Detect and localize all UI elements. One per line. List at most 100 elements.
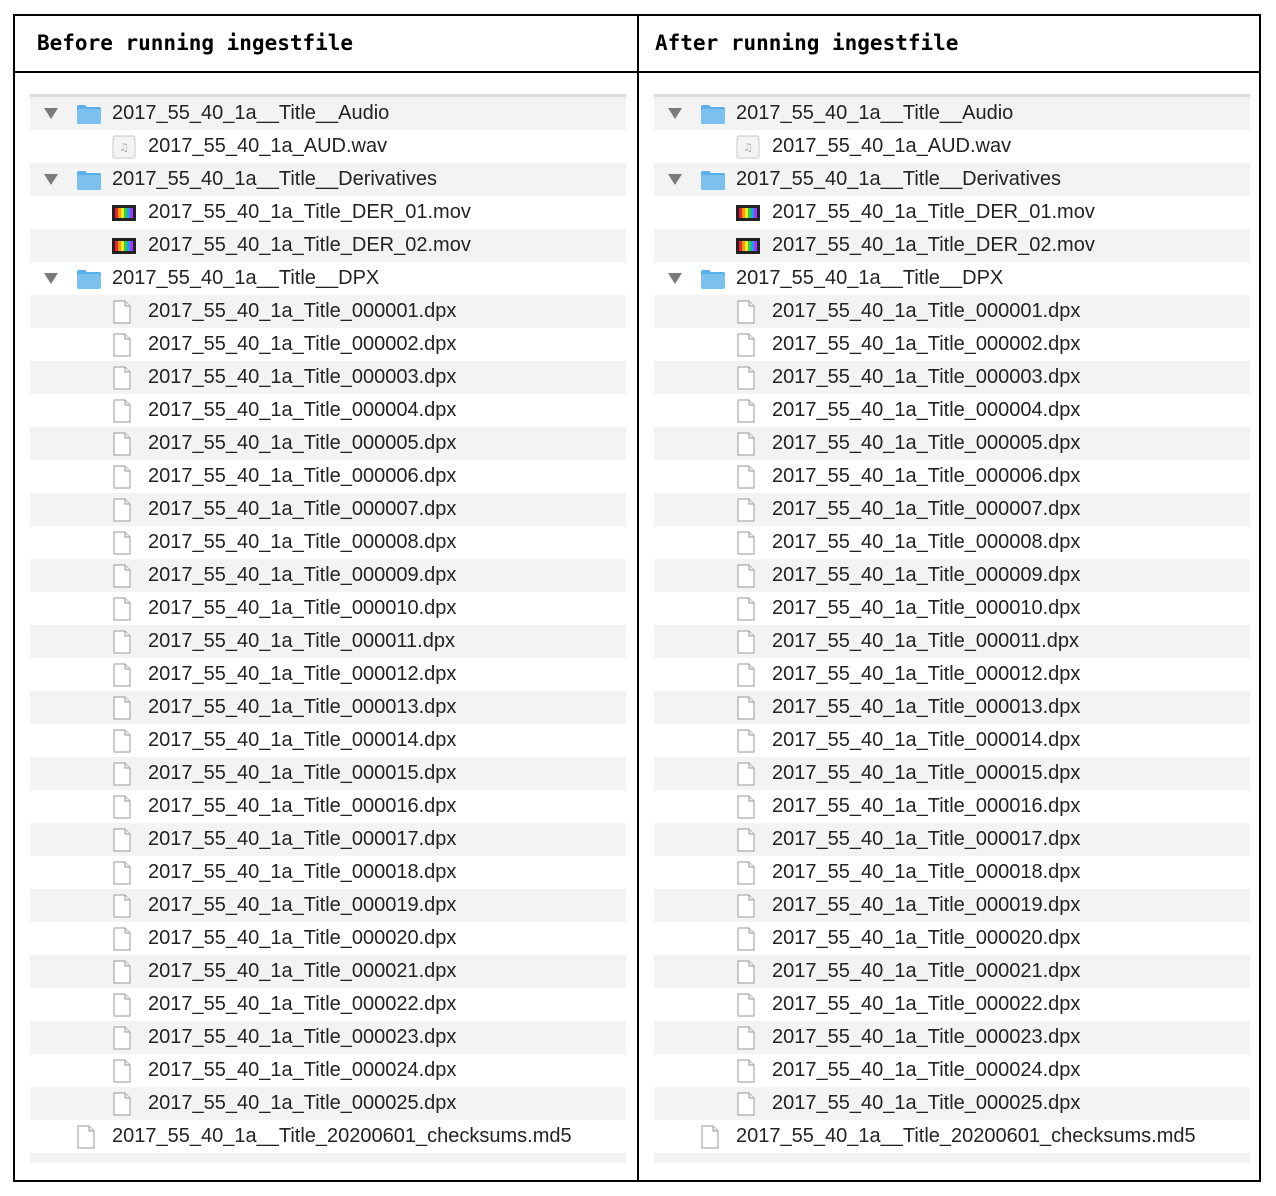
document-icon (112, 762, 138, 786)
document-icon (736, 828, 762, 852)
file-row[interactable]: 2017_55_40_1a_Title_000008.dpx (30, 526, 626, 559)
file-row[interactable]: 2017_55_40_1a_Title_000009.dpx (30, 559, 626, 592)
file-row[interactable]: 2017_55_40_1a_Title_000025.dpx (30, 1087, 626, 1120)
file-row[interactable]: 2017_55_40_1a__Title_20200601_checksums.… (654, 1120, 1250, 1153)
item-name: 2017_55_40_1a_Title_000022.dpx (772, 993, 1081, 1015)
file-row[interactable]: 2017_55_40_1a_Title_000004.dpx (30, 394, 626, 427)
item-name: 2017_55_40_1a_Title_000004.dpx (148, 399, 457, 421)
item-name: 2017_55_40_1a__Title__Audio (736, 102, 1014, 124)
item-name: 2017_55_40_1a_Title_000016.dpx (772, 795, 1081, 817)
document-icon (736, 663, 762, 687)
file-row[interactable]: 2017_55_40_1a_Title_000010.dpx (654, 592, 1250, 625)
file-row[interactable]: 2017_55_40_1a_Title_000014.dpx (654, 724, 1250, 757)
document-icon (736, 960, 762, 984)
file-row[interactable]: 2017_55_40_1a_Title_000018.dpx (654, 856, 1250, 889)
file-row[interactable]: 2017_55_40_1a_Title_000022.dpx (654, 988, 1250, 1021)
file-row[interactable]: 2017_55_40_1a_Title_000011.dpx (30, 625, 626, 658)
item-name: 2017_55_40_1a_Title_000018.dpx (772, 861, 1081, 883)
file-row[interactable]: 2017_55_40_1a_Title_000015.dpx (654, 757, 1250, 790)
item-name: 2017_55_40_1a_Title_000009.dpx (148, 564, 457, 586)
folder-icon (700, 168, 726, 192)
file-row[interactable]: 2017_55_40_1a_Title_000024.dpx (30, 1054, 626, 1087)
document-icon (112, 564, 138, 588)
file-row[interactable]: 2017_55_40_1a_Title_000012.dpx (30, 658, 626, 691)
document-icon (736, 432, 762, 456)
disclosure-triangle-icon[interactable] (668, 174, 682, 185)
file-row[interactable]: 2017_55_40_1a_Title_000012.dpx (654, 658, 1250, 691)
folder-row[interactable]: 2017_55_40_1a__Title__DPX (654, 262, 1250, 295)
item-name: 2017_55_40_1a_Title_000019.dpx (772, 894, 1081, 916)
document-icon (736, 564, 762, 588)
document-icon (736, 465, 762, 489)
audio-file-icon: ♫ (736, 135, 762, 159)
file-row[interactable]: 2017_55_40_1a_Title_000006.dpx (654, 460, 1250, 493)
file-row[interactable]: 2017_55_40_1a_Title_DER_01.mov (30, 196, 626, 229)
folder-row[interactable]: 2017_55_40_1a__Title__DPX (30, 262, 626, 295)
file-row[interactable]: 2017_55_40_1a_Title_000014.dpx (30, 724, 626, 757)
file-row[interactable]: 2017_55_40_1a_Title_000013.dpx (654, 691, 1250, 724)
document-icon (112, 927, 138, 951)
item-name: 2017_55_40_1a_Title_000025.dpx (772, 1092, 1081, 1114)
file-row[interactable]: 2017_55_40_1a_Title_000020.dpx (30, 922, 626, 955)
file-row[interactable]: 2017_55_40_1a_Title_000024.dpx (654, 1054, 1250, 1087)
file-row[interactable]: 2017_55_40_1a_Title_000009.dpx (654, 559, 1250, 592)
file-row[interactable]: 2017_55_40_1a_Title_000001.dpx (30, 295, 626, 328)
file-row[interactable]: 2017_55_40_1a_Title_000008.dpx (654, 526, 1250, 559)
file-row[interactable]: 2017_55_40_1a_Title_000002.dpx (30, 328, 626, 361)
file-row[interactable]: 2017_55_40_1a_Title_DER_01.mov (654, 196, 1250, 229)
folder-icon (76, 267, 102, 291)
disclosure-triangle-icon[interactable] (44, 273, 58, 284)
file-row[interactable]: 2017_55_40_1a_Title_000021.dpx (30, 955, 626, 988)
file-row[interactable]: ♫ 2017_55_40_1a_AUD.wav (30, 130, 626, 163)
item-name: 2017_55_40_1a__Title__DPX (736, 267, 1004, 289)
file-row[interactable]: 2017_55_40_1a_Title_000011.dpx (654, 625, 1250, 658)
folder-row[interactable]: 2017_55_40_1a__Title__Derivatives (654, 163, 1250, 196)
file-row[interactable]: 2017_55_40_1a_Title_000023.dpx (654, 1021, 1250, 1054)
file-row[interactable]: 2017_55_40_1a_Title_000001.dpx (654, 295, 1250, 328)
item-name: 2017_55_40_1a_Title_000012.dpx (148, 663, 457, 685)
file-row[interactable]: 2017_55_40_1a__Title_20200601_checksums.… (30, 1120, 626, 1153)
file-row[interactable]: 2017_55_40_1a_Title_000005.dpx (30, 427, 626, 460)
document-icon (76, 1125, 102, 1149)
folder-row[interactable]: 2017_55_40_1a__Title__Derivatives (30, 163, 626, 196)
document-icon (112, 696, 138, 720)
file-row[interactable]: 2017_55_40_1a_Title_000003.dpx (30, 361, 626, 394)
file-row[interactable]: 2017_55_40_1a_Title_000007.dpx (30, 493, 626, 526)
disclosure-triangle-icon[interactable] (44, 174, 58, 185)
document-icon (736, 597, 762, 621)
file-row[interactable]: 2017_55_40_1a_Title_000025.dpx (654, 1087, 1250, 1120)
file-row[interactable]: 2017_55_40_1a_Title_000007.dpx (654, 493, 1250, 526)
file-row[interactable]: 2017_55_40_1a_Title_000004.dpx (654, 394, 1250, 427)
folder-row[interactable]: 2017_55_40_1a__Title__Audio (654, 97, 1250, 130)
item-name: 2017_55_40_1a_Title_000021.dpx (148, 960, 457, 982)
file-row[interactable]: ♫ 2017_55_40_1a_AUD.wav (654, 130, 1250, 163)
file-row[interactable]: 2017_55_40_1a_Title_DER_02.mov (654, 229, 1250, 262)
item-name: 2017_55_40_1a_Title_000020.dpx (148, 927, 457, 949)
item-name: 2017_55_40_1a_Title_000011.dpx (148, 630, 455, 652)
item-name: 2017_55_40_1a__Title__Derivatives (736, 168, 1062, 190)
file-row[interactable]: 2017_55_40_1a_Title_000019.dpx (30, 889, 626, 922)
file-row[interactable]: 2017_55_40_1a_Title_000017.dpx (30, 823, 626, 856)
file-row[interactable]: 2017_55_40_1a_Title_000023.dpx (30, 1021, 626, 1054)
file-row[interactable]: 2017_55_40_1a_Title_DER_02.mov (30, 229, 626, 262)
file-row[interactable]: 2017_55_40_1a_Title_000002.dpx (654, 328, 1250, 361)
item-name: 2017_55_40_1a_Title_000018.dpx (148, 861, 457, 883)
disclosure-triangle-icon[interactable] (44, 108, 58, 119)
file-row[interactable]: 2017_55_40_1a_Title_000019.dpx (654, 889, 1250, 922)
file-row[interactable]: 2017_55_40_1a_Title_000005.dpx (654, 427, 1250, 460)
file-row[interactable]: 2017_55_40_1a_Title_000015.dpx (30, 757, 626, 790)
file-row[interactable]: 2017_55_40_1a_Title_000016.dpx (654, 790, 1250, 823)
file-row[interactable]: 2017_55_40_1a_Title_000013.dpx (30, 691, 626, 724)
file-row[interactable]: 2017_55_40_1a_Title_000021.dpx (654, 955, 1250, 988)
file-row[interactable]: 2017_55_40_1a_Title_000010.dpx (30, 592, 626, 625)
file-row[interactable]: 2017_55_40_1a_Title_000018.dpx (30, 856, 626, 889)
file-row[interactable]: 2017_55_40_1a_Title_000017.dpx (654, 823, 1250, 856)
folder-row[interactable]: 2017_55_40_1a__Title__Audio (30, 97, 626, 130)
file-row[interactable]: 2017_55_40_1a_Title_000020.dpx (654, 922, 1250, 955)
file-row[interactable]: 2017_55_40_1a_Title_000016.dpx (30, 790, 626, 823)
file-row[interactable]: 2017_55_40_1a_Title_000003.dpx (654, 361, 1250, 394)
file-row[interactable]: 2017_55_40_1a_Title_000022.dpx (30, 988, 626, 1021)
disclosure-triangle-icon[interactable] (668, 273, 682, 284)
file-row[interactable]: 2017_55_40_1a_Title_000006.dpx (30, 460, 626, 493)
disclosure-triangle-icon[interactable] (668, 108, 682, 119)
